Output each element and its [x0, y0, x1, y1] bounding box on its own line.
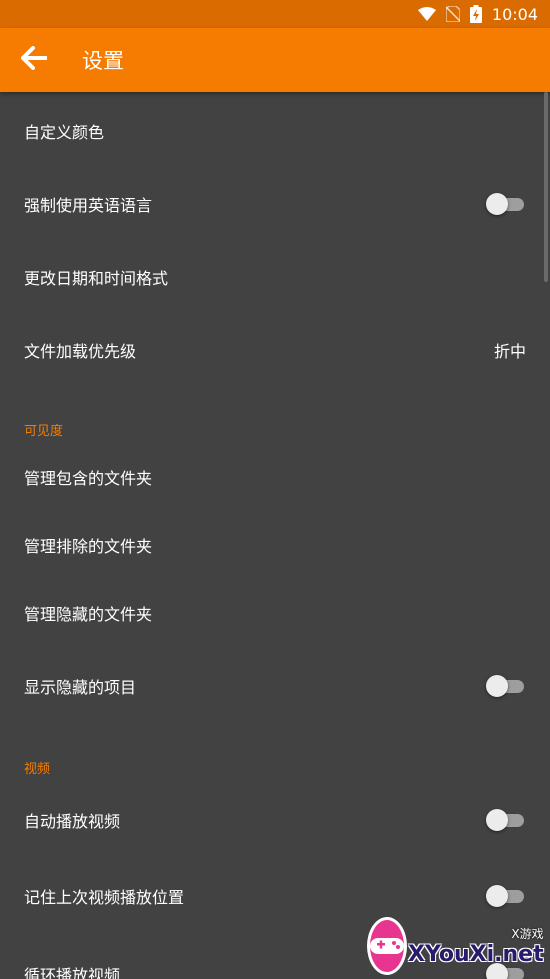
- force-english-toggle[interactable]: [486, 193, 526, 215]
- setting-label: 管理排除的文件夹: [24, 537, 153, 556]
- setting-label: 更改日期和时间格式: [24, 269, 169, 288]
- setting-label: 自动播放视频: [24, 812, 121, 831]
- watermark-site: XYouXi.net: [408, 942, 544, 967]
- setting-label: 显示隐藏的项目: [24, 678, 137, 697]
- no-sim-icon: [445, 6, 460, 22]
- setting-autoplay-videos[interactable]: 自动播放视频: [0, 784, 550, 856]
- setting-manage-hidden[interactable]: 管理隐藏的文件夹: [0, 580, 550, 646]
- status-bar: 10:04: [0, 0, 550, 28]
- setting-file-loading-priority[interactable]: 文件加载优先级 折中: [0, 314, 550, 386]
- show-hidden-items-toggle[interactable]: [486, 675, 526, 697]
- setting-label: 管理隐藏的文件夹: [24, 605, 153, 624]
- battery-charging-icon: [469, 5, 482, 23]
- setting-force-english[interactable]: 强制使用英语语言: [0, 168, 550, 240]
- setting-label: 自定义颜色: [24, 123, 105, 142]
- setting-manage-excluded[interactable]: 管理排除的文件夹: [0, 512, 550, 578]
- status-time: 10:04: [491, 4, 538, 24]
- watermark: X游戏 XYouXi.net: [370, 917, 544, 975]
- back-button[interactable]: [14, 40, 54, 80]
- remember-position-toggle[interactable]: [486, 885, 526, 907]
- settings-list: 自定义颜色 强制使用英语语言 更改日期和时间格式 文件加载优先级 折中 可见度 …: [0, 92, 550, 979]
- setting-label: 循环播放视频: [24, 966, 121, 979]
- setting-label: 文件加载优先级: [24, 342, 137, 361]
- setting-value: 折中: [493, 342, 526, 361]
- page-title: 设置: [82, 49, 124, 73]
- watermark-tag: X游戏: [511, 927, 544, 941]
- autoplay-videos-toggle[interactable]: [486, 809, 526, 831]
- app-bar: 设置: [0, 28, 550, 92]
- setting-manage-included[interactable]: 管理包含的文件夹: [0, 444, 550, 510]
- section-header-video: 视频: [24, 762, 51, 777]
- arrow-back-icon: [21, 46, 48, 74]
- setting-label: 记住上次视频播放位置: [24, 888, 185, 907]
- gamepad-logo-icon: [370, 920, 404, 972]
- section-header-visibility: 可见度: [24, 424, 64, 439]
- setting-label: 强制使用英语语言: [24, 196, 153, 215]
- setting-date-time-format[interactable]: 更改日期和时间格式: [0, 242, 550, 312]
- scrollbar[interactable]: [544, 92, 548, 282]
- setting-custom-colors[interactable]: 自定义颜色: [0, 96, 550, 166]
- setting-show-hidden-items[interactable]: 显示隐藏的项目: [0, 650, 550, 722]
- setting-label: 管理包含的文件夹: [24, 469, 153, 488]
- wifi-icon: [417, 7, 436, 21]
